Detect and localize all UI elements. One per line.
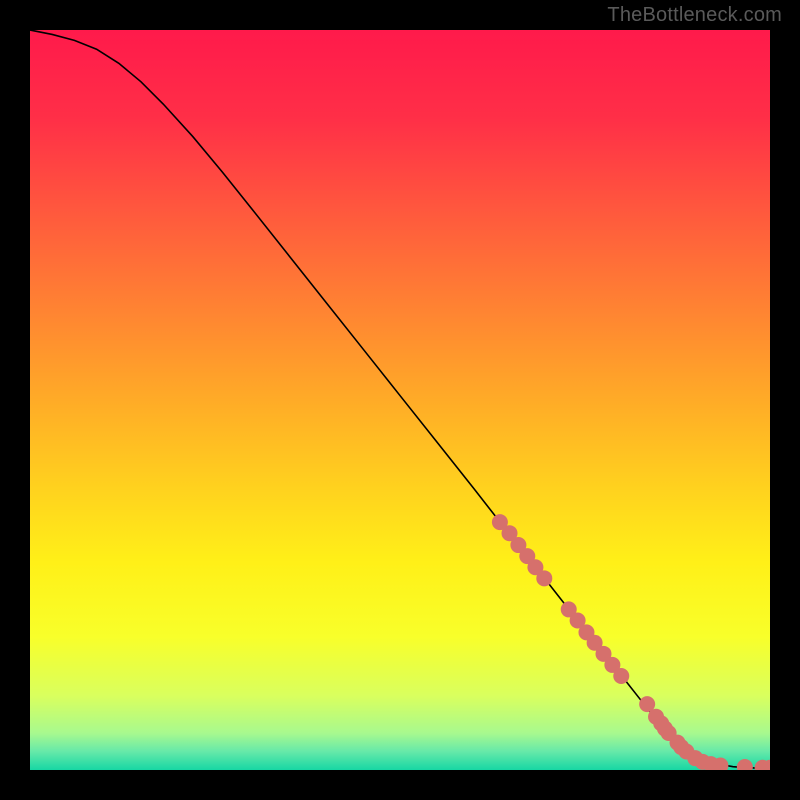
gradient-background	[30, 30, 770, 770]
curve-dot	[613, 668, 629, 684]
watermark-label: TheBottleneck.com	[607, 4, 782, 27]
plot-area	[30, 30, 770, 770]
curve-dot	[536, 570, 552, 586]
chart-stage: TheBottleneck.com	[0, 0, 800, 800]
chart-svg	[30, 30, 770, 770]
